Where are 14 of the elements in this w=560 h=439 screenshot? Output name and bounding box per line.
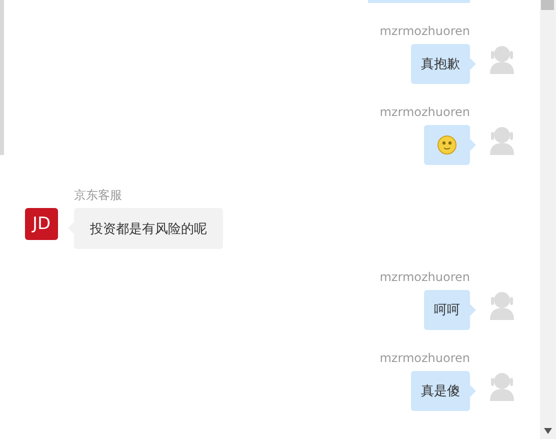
- left-scrollbar[interactable]: [0, 0, 4, 155]
- sender-name: mzrmozhuoren: [380, 23, 470, 39]
- user-icon: [488, 290, 516, 320]
- scrollbar-thumb[interactable]: [541, 0, 554, 10]
- sender-name: 京东客服: [74, 187, 122, 203]
- avatar: JD: [25, 208, 58, 240]
- sender-name: mzrmozhuoren: [380, 104, 470, 120]
- user-icon: [488, 371, 516, 401]
- user-icon: [488, 125, 516, 155]
- sender-name: mzrmozhuoren: [380, 269, 470, 285]
- smiley-icon: [437, 135, 457, 155]
- sender-name: mzrmozhuoren: [380, 350, 470, 366]
- user-icon: [488, 44, 516, 74]
- scroll-down-icon[interactable]: [544, 428, 552, 434]
